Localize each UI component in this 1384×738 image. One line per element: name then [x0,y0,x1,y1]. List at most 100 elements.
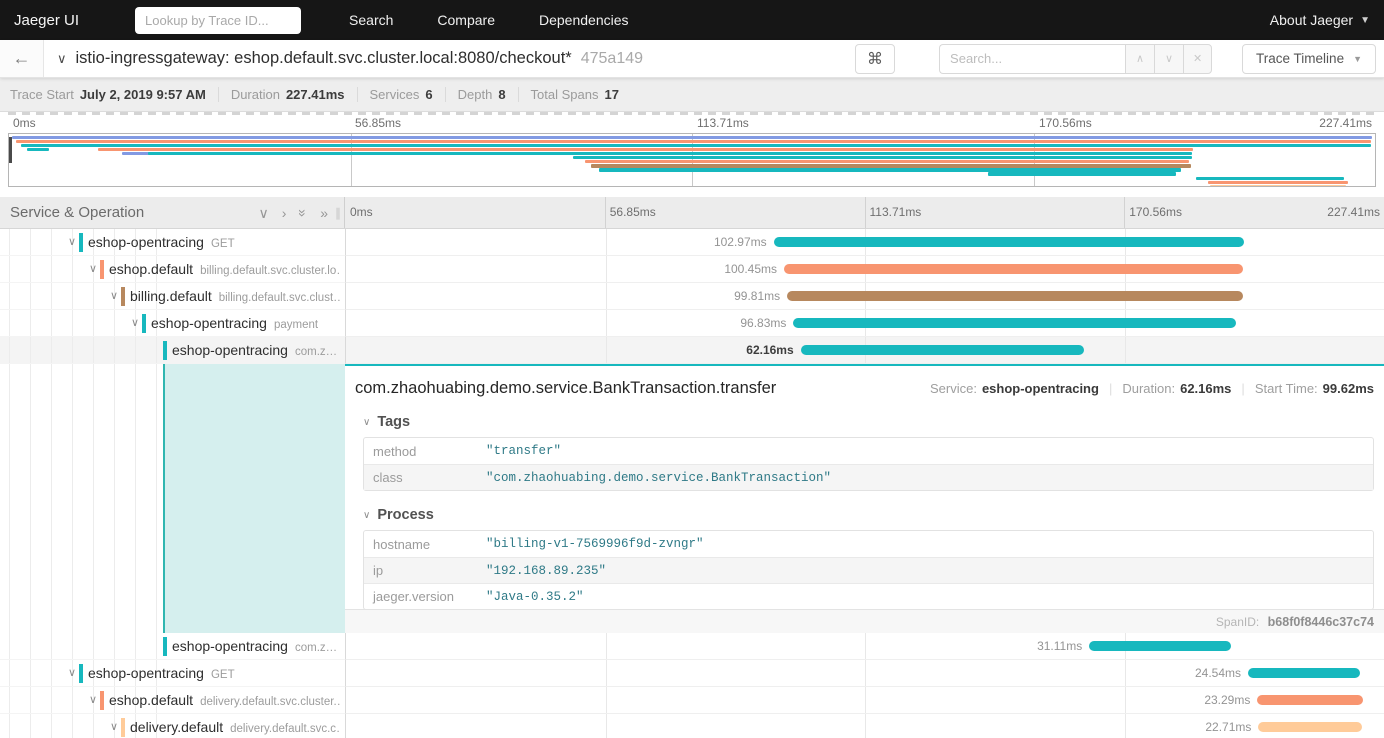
span-bar-cell[interactable]: 31.11ms [345,633,1384,660]
service-color-bar [142,314,146,333]
about-jaeger-menu[interactable]: About Jaeger ▼ [1270,12,1370,28]
process-table: hostname"billing-v1-7569996f9d-zvngr"ip"… [363,530,1374,610]
span-duration-bar[interactable] [774,237,1244,247]
tree-chevron-down-icon[interactable]: ∨ [107,283,121,310]
span-tree-cell[interactable]: ∨ eshop-opentracingGET [0,229,345,256]
span-tree-cell[interactable]: ∨ eshop-opentracingpayment [0,310,345,337]
back-button[interactable]: ← [0,40,44,77]
span-operation-title[interactable]: com.zhaohuabing.demo.service.BankTransac… [355,379,776,398]
kv-row[interactable]: class"com.zhaohuabing.demo.service.BankT… [364,464,1373,490]
app-brand[interactable]: Jaeger UI [14,12,79,29]
span-duration-bar[interactable] [1089,641,1231,651]
tree-chevron-down-icon[interactable]: ∨ [65,660,79,687]
span-bar-cell[interactable]: 100.45ms [345,256,1384,283]
span-bar-cell[interactable]: 96.83ms [345,310,1384,337]
timeline-minimap: 0ms56.85ms113.71ms170.56ms227.41ms [0,112,1384,187]
span-tree-cell[interactable]: ∨ billing.defaultbilling.default.svc.clus… [0,283,345,310]
span-tree-label[interactable]: eshop-opentracingGET [88,229,341,258]
span-duration-bar[interactable] [801,345,1084,355]
expand-all-icon[interactable]: » [320,206,328,220]
kv-row[interactable]: hostname"billing-v1-7569996f9d-zvngr" [364,531,1373,557]
kv-row[interactable]: ip"192.168.89.235" [364,557,1373,583]
span-detail-highlight[interactable] [163,364,345,633]
minimap-ruler: 0ms56.85ms113.71ms170.56ms227.41ms [8,115,1376,133]
nav-item-compare[interactable]: Compare [415,0,517,40]
process-section-title: Process [377,507,433,523]
span-tree-cell[interactable]: ∨ eshop.default delivery.default.svc.clust… [0,687,345,714]
nav-item-dependencies[interactable]: Dependencies [517,0,651,40]
start-time-value: 99.62ms [1323,381,1374,396]
span-duration-label: 62.16ms [746,337,800,364]
service-name: eshop.default [109,692,193,708]
trace-id-short: 475a149 [581,50,643,68]
span-duration-bar[interactable] [1248,668,1360,678]
trace-search-input[interactable] [939,44,1125,74]
service-value: eshop-opentracing [982,381,1099,396]
trace-info-item: Depth8 [446,87,519,102]
column-resizer-handle[interactable]: ∥ [335,206,342,220]
trace-title[interactable]: istio-ingressgateway: eshop.default.svc.… [76,49,572,68]
service-operation-header: Service & Operation ∨ › » » ∥ [0,197,345,228]
span-tree-label[interactable]: eshop-opentracingpayment [151,310,341,339]
timeline-gridline [1125,687,1126,713]
span-tree-label[interactable]: eshop-opentracingGET [88,660,341,689]
kv-row[interactable]: jaeger.version"Java-0.35.2" [364,583,1373,609]
span-bar-cell[interactable]: 22.71ms [345,714,1384,738]
nav-item-search[interactable]: Search [327,0,415,40]
span-bar-cell[interactable]: 24.54ms [345,660,1384,687]
tree-chevron-down-icon[interactable]: ∨ [86,256,100,283]
span-tree-cell[interactable]: eshop-opentracingcom.z… [0,633,345,660]
span-tree-label[interactable]: delivery.defaultdelivery.default.svc.c… [130,714,341,738]
span-bar-cell[interactable]: 23.29ms [345,687,1384,714]
trace-view-selector[interactable]: Trace Timeline ▼ [1242,44,1376,74]
tags-section-header[interactable]: ∨ Tags [363,414,1374,430]
span-tree-label[interactable]: eshop-opentracingcom.z… [172,337,341,366]
span-tree-cell[interactable]: ∨ eshop-opentracingGET [0,660,345,687]
ruler-tick-label: 56.85ms [610,205,656,219]
tree-chevron-down-icon[interactable]: ∨ [86,687,100,714]
span-duration-bar[interactable] [787,291,1243,301]
search-next-button[interactable]: ∨ [1154,44,1183,74]
collapse-all-icon[interactable]: » [296,209,310,217]
expand-one-icon[interactable]: › [282,206,287,220]
minimap-span-bar [591,164,1191,167]
kv-row[interactable]: method"transfer" [364,438,1373,464]
operation-name: delivery.default.svc.cluster.… [200,696,341,708]
span-duration-label: 31.11ms [1037,633,1089,660]
trace-search-group: ∧ ∨ ✕ [939,44,1212,74]
span-tree-label[interactable]: eshop.defaultbilling.default.svc.cluster… [109,256,341,285]
span-duration-bar[interactable] [784,264,1243,274]
ruler-tick-label: 113.71ms [697,116,749,130]
span-detail-row: com.zhaohuabing.demo.service.BankTransac… [0,364,1384,633]
keyboard-shortcuts-button[interactable]: ⌘ [855,44,895,74]
span-tree-label[interactable]: billing.defaultbilling.default.svc.clust… [130,283,341,312]
span-tree-cell[interactable]: ∨ delivery.defaultdelivery.default.svc.c… [0,714,345,738]
span-duration-bar[interactable] [1257,695,1363,705]
span-bar-cell[interactable]: 102.97ms [345,229,1384,256]
span-tree-label[interactable]: eshop-opentracingcom.z… [172,633,341,662]
span-row: ∨ eshop-opentracingGET102.97ms [0,229,1384,256]
minimap-left-drag-handle[interactable] [9,137,12,163]
span-bar-cell[interactable]: 99.81ms [345,283,1384,310]
trace-id-lookup-input[interactable] [135,7,301,34]
span-tree-cell[interactable]: eshop-opentracingcom.z… [0,337,345,364]
process-section-header[interactable]: ∨ Process [363,507,1374,523]
span-tree-label[interactable]: eshop.default delivery.default.svc.cluste… [109,687,341,716]
trace-info-item: Services6 [358,87,446,102]
span-duration-bar[interactable] [793,318,1235,328]
search-prev-button[interactable]: ∧ [1125,44,1154,74]
tree-chevron-down-icon[interactable]: ∨ [65,229,79,256]
minimap-canvas[interactable] [8,133,1376,187]
search-clear-button[interactable]: ✕ [1183,44,1212,74]
span-tree-cell[interactable]: ∨ eshop.defaultbilling.default.svc.cluste… [0,256,345,283]
collapse-one-icon[interactable]: ∨ [258,206,268,220]
service-color-bar [163,341,167,360]
tree-chevron-down-icon[interactable]: ∨ [128,310,142,337]
trace-title-collapse-icon[interactable]: ∨ [57,51,67,67]
kv-value: "transfer" [486,444,561,458]
span-duration-bar[interactable] [1258,722,1362,732]
tree-chevron-down-icon[interactable]: ∨ [107,714,121,738]
timeline-gridline [606,256,607,282]
kv-key: hostname [364,537,486,552]
span-bar-cell[interactable]: 62.16ms [345,337,1384,364]
